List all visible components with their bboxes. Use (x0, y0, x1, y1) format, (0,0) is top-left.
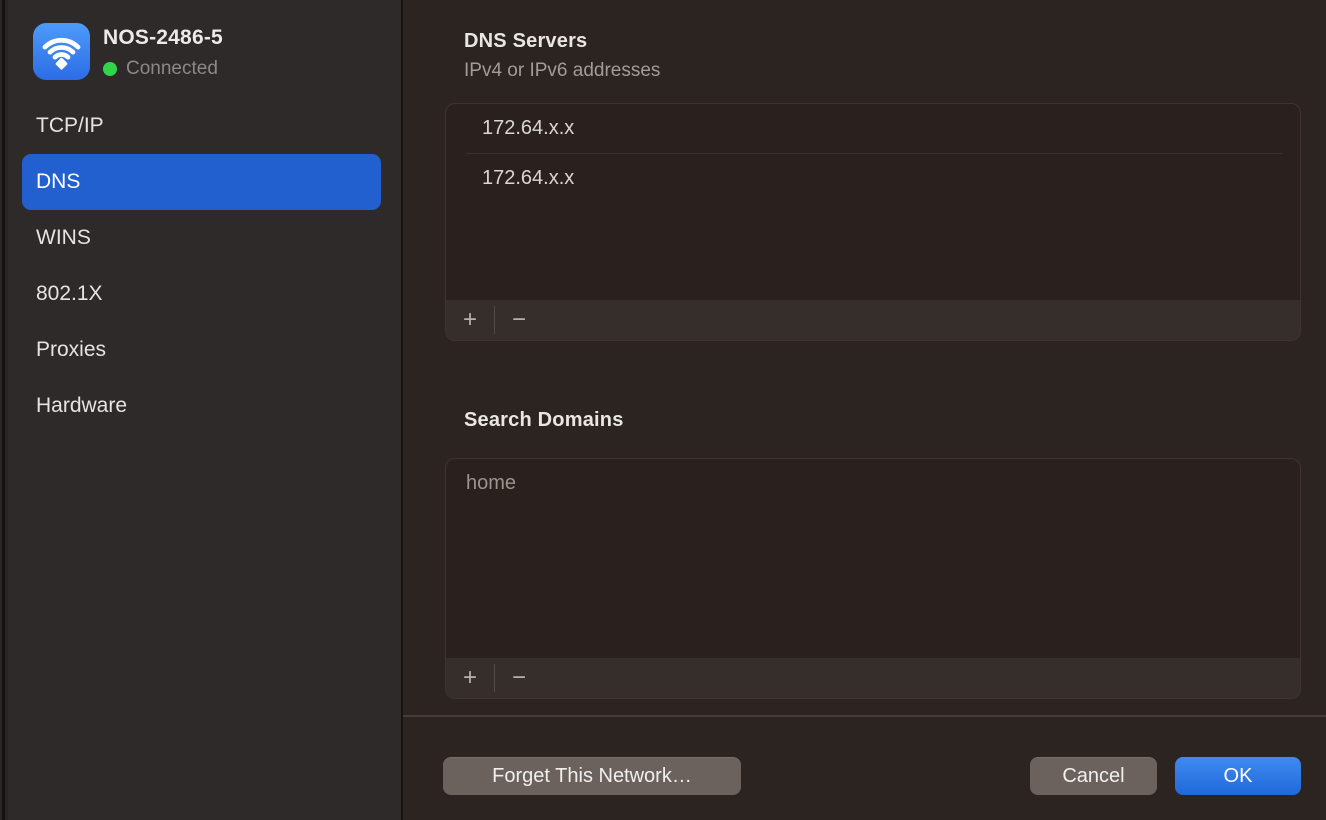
sidebar-item-label: WINS (36, 226, 91, 250)
dns-servers-toolbar: + − (446, 299, 1300, 340)
toolbar-separator (494, 664, 495, 692)
forget-network-button[interactable]: Forget This Network… (443, 757, 741, 795)
network-settings-sidebar: NOS-2486-5 Connected TCP/IP DNS WINS 802… (8, 0, 403, 820)
connected-status-dot-icon (103, 62, 117, 76)
sidebar-item-label: DNS (36, 170, 80, 194)
dns-server-row[interactable]: 172.64.x.x (446, 154, 1300, 203)
add-dns-server-button[interactable]: + (450, 303, 490, 337)
footer-divider (403, 715, 1326, 717)
dns-servers-list: 172.64.x.x 172.64.x.x + − (445, 103, 1301, 341)
minus-icon: − (512, 306, 526, 333)
minus-icon: − (512, 664, 526, 691)
ok-button[interactable]: OK (1175, 757, 1301, 795)
sidebar-item-label: 802.1X (36, 282, 103, 306)
sidebar-item-tcpip[interactable]: TCP/IP (22, 98, 381, 154)
cancel-button[interactable]: Cancel (1030, 757, 1157, 795)
dns-server-row[interactable]: 172.64.x.x (446, 104, 1300, 153)
sidebar-item-dns[interactable]: DNS (22, 154, 381, 210)
sidebar-item-label: Proxies (36, 338, 106, 362)
dns-settings-pane: DNS Servers IPv4 or IPv6 addresses 172.6… (403, 0, 1326, 820)
sidebar-item-label: TCP/IP (36, 114, 104, 138)
remove-dns-server-button[interactable]: − (499, 303, 539, 337)
sidebar-item-label: Hardware (36, 394, 127, 418)
toolbar-separator (494, 306, 495, 334)
search-domains-list: home + − (445, 458, 1301, 699)
network-name: NOS-2486-5 (103, 26, 223, 50)
sidebar-item-proxies[interactable]: Proxies (22, 322, 381, 378)
remove-search-domain-button[interactable]: − (499, 661, 539, 695)
plus-icon: + (463, 664, 477, 691)
search-domains-toolbar: + − (446, 657, 1300, 698)
network-status: Connected (103, 58, 218, 80)
sidebar-item-wins[interactable]: WINS (22, 210, 381, 266)
network-header: NOS-2486-5 Connected (8, 0, 401, 98)
sidebar-item-8021x[interactable]: 802.1X (22, 266, 381, 322)
sidebar-nav: TCP/IP DNS WINS 802.1X Proxies Hardware (8, 98, 401, 434)
dns-servers-subtitle: IPv4 or IPv6 addresses (464, 60, 660, 82)
search-domain-row[interactable]: home (446, 459, 1300, 508)
add-search-domain-button[interactable]: + (450, 661, 490, 695)
search-domains-title: Search Domains (464, 409, 624, 432)
network-status-label: Connected (126, 58, 218, 80)
sidebar-item-hardware[interactable]: Hardware (22, 378, 381, 434)
wifi-icon (33, 23, 90, 80)
plus-icon: + (463, 306, 477, 333)
dns-servers-title: DNS Servers (464, 30, 587, 53)
window-edge (0, 0, 5, 820)
